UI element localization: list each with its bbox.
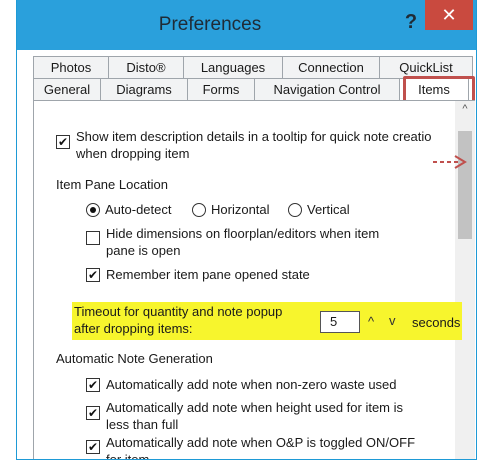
preferences-dialog: Preferences ? ✕ Photos Disto® Languages … bbox=[16, 0, 477, 460]
height-note-checkbox[interactable]: ✔ bbox=[86, 406, 100, 420]
tab-disto[interactable]: Disto® bbox=[108, 56, 184, 78]
tab-navigation-control[interactable]: Navigation Control bbox=[254, 78, 400, 100]
tab-diagrams[interactable]: Diagrams bbox=[100, 78, 188, 100]
timeout-unit-label: seconds bbox=[412, 315, 461, 330]
waste-note-checkbox[interactable]: ✔ bbox=[86, 378, 100, 392]
radio-vertical-label: Vertical bbox=[307, 202, 350, 217]
radio-auto-detect-label: Auto-detect bbox=[105, 202, 172, 217]
close-icon: ✕ bbox=[441, 5, 457, 25]
auto-note-heading: Automatic Note Generation bbox=[56, 351, 213, 366]
checkmark-icon: ✔ bbox=[87, 378, 99, 392]
tooltip-details-label-cont: when dropping item bbox=[76, 146, 190, 161]
op-note-label-cont: for item bbox=[106, 452, 150, 460]
tab-row-top: Photos Disto® Languages Connection Quick… bbox=[33, 56, 473, 78]
waste-note-label: Automatically add note when non-zero was… bbox=[106, 377, 397, 392]
tab-photos[interactable]: Photos bbox=[33, 56, 109, 78]
help-button[interactable]: ? bbox=[399, 8, 423, 36]
close-button[interactable]: ✕ bbox=[425, 0, 473, 30]
timeout-seconds-input[interactable]: 5 bbox=[320, 311, 360, 333]
checkmark-icon: ✔ bbox=[87, 440, 99, 454]
tab-quicklist[interactable]: QuickList bbox=[379, 56, 473, 78]
scroll-up-arrow-icon[interactable]: ^ bbox=[455, 103, 475, 115]
radio-auto-detect[interactable] bbox=[86, 203, 100, 217]
item-pane-location-heading: Item Pane Location bbox=[56, 177, 169, 192]
timeout-increase-button[interactable]: ^ bbox=[368, 314, 374, 329]
remember-pane-label: Remember item pane opened state bbox=[106, 267, 310, 282]
timeout-label-cont: after dropping items: bbox=[74, 321, 193, 336]
tab-general[interactable]: General bbox=[33, 78, 101, 100]
radio-vertical[interactable] bbox=[288, 203, 302, 217]
hide-dimensions-label-cont: pane is open bbox=[106, 243, 181, 258]
op-note-checkbox[interactable]: ✔ bbox=[86, 440, 100, 454]
radio-horizontal-label: Horizontal bbox=[211, 202, 270, 217]
tooltip-details-checkbox[interactable]: ✔ bbox=[56, 135, 70, 149]
height-note-label-cont: less than full bbox=[106, 417, 179, 432]
height-note-label: Automatically add note when height used … bbox=[106, 400, 404, 415]
tab-languages[interactable]: Languages bbox=[183, 56, 283, 78]
timeout-decrease-button[interactable]: v bbox=[389, 313, 396, 328]
dashed-arrow-icon bbox=[433, 155, 467, 169]
title-bar: Preferences ? ✕ bbox=[17, 0, 476, 50]
radio-horizontal[interactable] bbox=[192, 203, 206, 217]
hide-dimensions-checkbox[interactable] bbox=[86, 231, 100, 245]
dialog-title: Preferences bbox=[158, 14, 262, 35]
tab-connection[interactable]: Connection bbox=[282, 56, 380, 78]
checkmark-icon: ✔ bbox=[87, 406, 99, 420]
tooltip-details-label: Show item description details in a toolt… bbox=[76, 129, 432, 144]
op-note-label: Automatically add note when O&P is toggl… bbox=[106, 435, 416, 450]
radio-selected-dot bbox=[90, 207, 96, 213]
checkmark-icon: ✔ bbox=[87, 268, 99, 282]
scroll-thumb[interactable] bbox=[458, 131, 472, 239]
tab-forms[interactable]: Forms bbox=[187, 78, 255, 100]
timeout-label: Timeout for quantity and note popup bbox=[74, 304, 283, 319]
checkmark-icon: ✔ bbox=[57, 135, 69, 149]
remember-pane-checkbox[interactable]: ✔ bbox=[86, 268, 100, 282]
hide-dimensions-label: Hide dimensions on floorplan/editors whe… bbox=[106, 226, 380, 241]
items-settings-panel: ^ ✔ Show item description details in a t… bbox=[33, 100, 475, 460]
